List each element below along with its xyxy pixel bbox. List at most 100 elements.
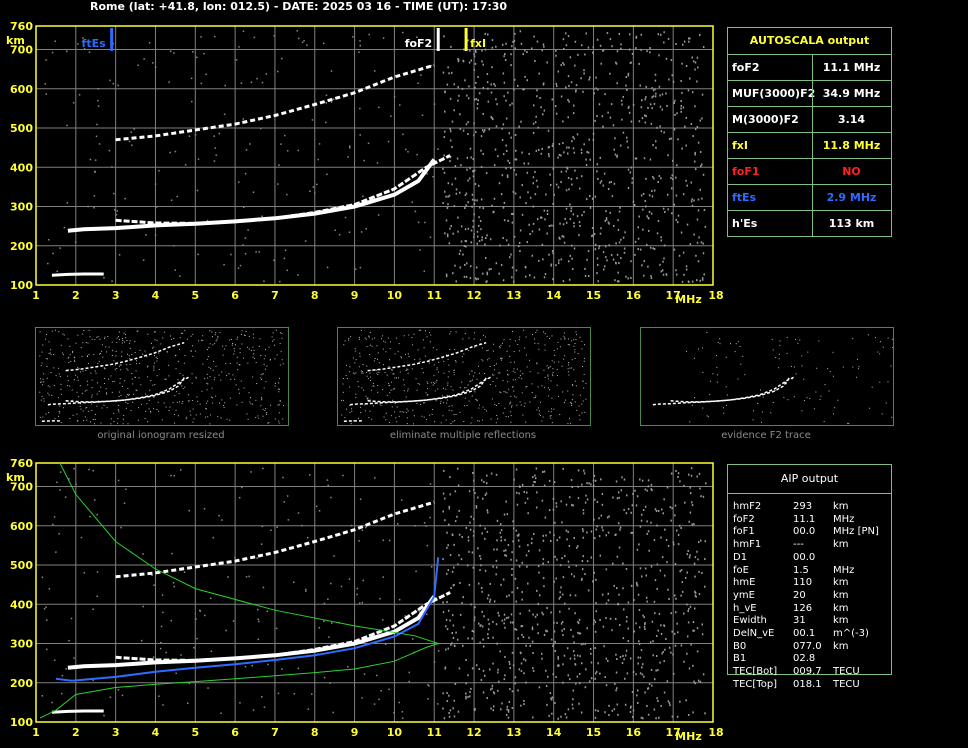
noise-dot: [523, 672, 525, 675]
noise-dot: [612, 496, 614, 499]
thumb-noise: [513, 351, 515, 353]
thumb-noise: [584, 411, 586, 413]
thumb-noise: [366, 375, 368, 377]
thumb-noise: [46, 366, 48, 368]
thumb-noise: [778, 358, 780, 360]
thumb-noise: [217, 415, 219, 417]
noise-dot: [80, 536, 83, 539]
thumb-noise: [401, 357, 403, 359]
aip-value: 077.0: [793, 640, 822, 652]
noise-dot: [487, 633, 489, 636]
thumb-noise: [443, 372, 445, 374]
noise-dot: [256, 608, 259, 611]
thumb-noise: [91, 403, 93, 405]
thumb-noise: [472, 379, 474, 381]
noise-dot: [681, 590, 684, 593]
thumb-noise: [390, 381, 392, 383]
thumb-noise: [59, 405, 61, 407]
noise-dot: [475, 664, 478, 667]
noise-dot: [560, 500, 562, 503]
thumb-noise: [166, 351, 168, 353]
thumb-noise: [42, 378, 44, 380]
thumb-noise: [424, 355, 426, 357]
noise-dot: [551, 696, 554, 699]
thumb-noise: [478, 420, 480, 422]
thumb-noise: [238, 392, 240, 394]
noise-dot: [578, 682, 581, 685]
noise-dot: [538, 686, 541, 689]
thumb-noise: [48, 352, 50, 354]
aip-key: DelN_vE: [733, 628, 775, 639]
noise-dot: [45, 648, 48, 651]
thumb-noise: [429, 332, 431, 334]
thumb-noise: [162, 337, 164, 339]
thumb-noise: [871, 386, 873, 388]
noise-dot: [665, 637, 667, 640]
y-tick-label: 300: [10, 638, 33, 651]
noise-dot: [536, 589, 538, 592]
thumb-noise: [354, 350, 356, 352]
aip-key: foE: [733, 564, 749, 576]
thumb-noise: [79, 385, 81, 387]
thumb-noise: [882, 346, 884, 348]
thumb-noise: [218, 402, 220, 404]
thumb-noise: [403, 411, 405, 413]
aip-key: hmF1: [733, 539, 762, 551]
thumb-noise: [77, 376, 79, 378]
noise-dot: [504, 674, 506, 677]
noise-dot: [652, 640, 654, 643]
noise-dot: [554, 521, 556, 524]
x-tick-label: 13: [506, 726, 521, 739]
thumb-noise: [422, 372, 424, 374]
thumb-noise: [581, 348, 583, 350]
thumb-noise: [192, 408, 194, 410]
noise-dot: [690, 474, 693, 477]
noise-dot: [667, 544, 670, 547]
thumb-noise: [761, 411, 763, 413]
thumb-noise: [547, 395, 549, 397]
noise-dot: [451, 570, 454, 573]
noise-dot: [460, 558, 463, 561]
noise-dot: [631, 691, 634, 694]
noise-dot: [281, 668, 283, 670]
thumb-noise: [463, 405, 465, 407]
thumb-noise: [139, 362, 141, 364]
thumb-noise: [370, 380, 372, 382]
noise-dot: [449, 554, 452, 557]
thumbnail-eliminate-plot: [340, 329, 587, 425]
thumb-noise: [172, 402, 174, 404]
noise-dot: [530, 542, 533, 545]
thumb-noise: [163, 402, 165, 404]
noise-dot: [558, 536, 561, 539]
thumb-noise: [99, 353, 101, 355]
thumb-noise: [198, 340, 200, 342]
noise-dot: [572, 635, 574, 638]
noise-dot: [318, 510, 321, 512]
thumb-noise: [819, 399, 821, 401]
noise-dot: [650, 483, 653, 486]
thumb-noise: [256, 383, 258, 385]
noise-dot: [448, 712, 450, 715]
noise-dot: [475, 505, 478, 508]
thumb-noise: [58, 331, 60, 333]
thumb-noise: [543, 386, 545, 388]
noise-dot: [672, 672, 675, 675]
thumb-noise: [220, 379, 222, 381]
thumb-noise: [537, 386, 539, 388]
noise-dot: [642, 717, 644, 720]
noise-dot: [694, 591, 697, 594]
thumb-noise: [55, 375, 57, 377]
x-tick-label: 18: [708, 726, 723, 739]
thumb-noise: [742, 355, 744, 357]
thumb-noise: [392, 399, 394, 401]
thumb-noise: [463, 387, 465, 389]
noise-dot: [469, 528, 472, 531]
thumb-noise: [716, 355, 718, 357]
thumb-noise: [126, 394, 128, 396]
thumb-noise: [350, 336, 352, 338]
noise-dot: [674, 563, 677, 566]
thumb-noise: [526, 385, 528, 387]
thumb-noise: [744, 374, 746, 376]
noise-dot: [571, 486, 573, 489]
thumb-noise: [101, 350, 103, 352]
